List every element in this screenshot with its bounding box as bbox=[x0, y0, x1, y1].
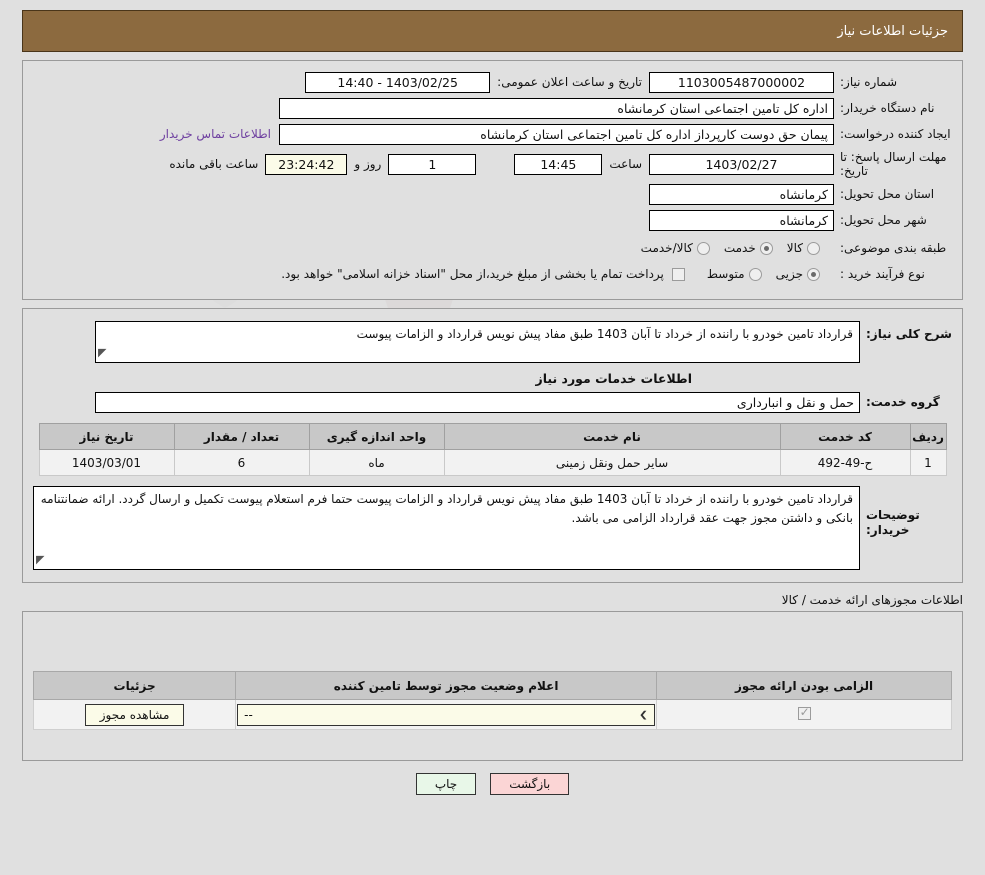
city-field[interactable]: کرمانشاه bbox=[649, 210, 834, 231]
cell-row: 1 bbox=[910, 450, 946, 476]
resize-grip-icon-notes[interactable]: ◥ bbox=[36, 551, 44, 569]
print-button[interactable]: چاپ bbox=[416, 773, 476, 795]
col-code: کد خدمت bbox=[780, 424, 910, 450]
buyer-contact-link[interactable]: اطلاعات تماس خریدار bbox=[152, 127, 279, 141]
need-number-field[interactable]: 1103005487000002 bbox=[649, 72, 834, 93]
service-group-label: گروه خدمت: bbox=[860, 395, 952, 410]
resize-grip-icon[interactable]: ◥ bbox=[98, 344, 106, 362]
row-buyer-org: نام دستگاه خریدار: اداره کل تامین اجتماع… bbox=[33, 97, 952, 119]
col-unit: واحد اندازه گیری bbox=[309, 424, 444, 450]
category-label: طبقه بندی موضوعی: bbox=[834, 241, 952, 256]
table-row: ❯ -- مشاهده مجوز bbox=[34, 700, 952, 730]
services-table: ردیف کد خدمت نام خدمت واحد اندازه گیری ت… bbox=[39, 423, 947, 476]
view-license-button[interactable]: مشاهده مجوز bbox=[85, 704, 185, 726]
page-header: جزئیات اطلاعات نیاز bbox=[22, 10, 963, 52]
row-process: نوع فرآیند خرید : جزیی متوسط پرداخت تمام… bbox=[33, 263, 952, 285]
back-button[interactable]: بازگشت bbox=[490, 773, 569, 795]
countdown-label: ساعت باقی مانده bbox=[162, 157, 265, 171]
row-requester: ایجاد کننده درخواست: پیمان حق دوست کارپر… bbox=[33, 123, 952, 145]
treasury-checkbox[interactable] bbox=[672, 268, 685, 281]
col-date: تاریخ نیاز bbox=[39, 424, 174, 450]
province-field[interactable]: کرمانشاه bbox=[649, 184, 834, 205]
licenses-table: الزامی بودن ارائه مجوز اعلام وضعیت مجوز … bbox=[33, 671, 952, 730]
license-status-select[interactable]: ❯ -- bbox=[237, 704, 655, 726]
row-city: شهر محل تحویل: کرمانشاه bbox=[33, 209, 952, 231]
col-license-details: جزئیات bbox=[34, 672, 236, 700]
col-row: ردیف bbox=[910, 424, 946, 450]
license-status-value: -- bbox=[244, 708, 253, 722]
buyer-notes-label: توضیحات خریدار: bbox=[860, 486, 952, 538]
radio-icon-jozei[interactable] bbox=[807, 268, 820, 281]
process-option-jozei[interactable]: جزیی bbox=[776, 267, 820, 281]
row-deadline: مهلت ارسال پاسخ: تا تاریخ: 1403/02/27 سا… bbox=[33, 149, 952, 179]
process-option-motavaset-label: متوسط bbox=[707, 267, 745, 281]
page-root: AriaTender.net جزئیات اطلاعات نیاز شماره… bbox=[0, 0, 985, 875]
buyer-org-label: نام دستگاه خریدار: bbox=[834, 101, 952, 116]
hour-label: ساعت bbox=[602, 157, 649, 171]
cell-license-details: مشاهده مجوز bbox=[34, 700, 236, 730]
need-info-panel: شماره نیاز: 1103005487000002 تاریخ و ساع… bbox=[22, 60, 963, 300]
category-option-khedmat-label: خدمت bbox=[724, 241, 756, 255]
buyer-org-field[interactable]: اداره کل تامین اجتماعی استان کرمانشاه bbox=[279, 98, 834, 119]
deadline-time-field[interactable]: 14:45 bbox=[514, 154, 602, 175]
chevron-down-icon: ❯ bbox=[639, 709, 648, 719]
deadline-date-field[interactable]: 1403/02/27 bbox=[649, 154, 834, 175]
buyer-notes-textarea[interactable]: قرارداد تامین خودرو با راننده از خرداد ت… bbox=[33, 486, 860, 570]
table-row: 1 ح-49-492 سایر حمل ونقل زمینی ماه 6 140… bbox=[39, 450, 946, 476]
requirement-details-panel: شرح کلی نیاز: قرارداد تامین خودرو با ران… bbox=[22, 308, 963, 583]
need-number-label: شماره نیاز: bbox=[834, 75, 952, 90]
category-option-khedmat[interactable]: خدمت bbox=[724, 241, 773, 255]
days-label: روز و bbox=[347, 157, 388, 171]
category-option-kala[interactable]: کالا bbox=[787, 241, 820, 255]
licenses-section-title: اطلاعات مجوزهای ارائه خدمت / کالا bbox=[22, 593, 963, 607]
process-label: نوع فرآیند خرید : bbox=[834, 267, 952, 282]
col-license-required: الزامی بودن ارائه مجوز bbox=[657, 672, 952, 700]
radio-icon-kala-khedmat[interactable] bbox=[697, 242, 710, 255]
process-option-motavaset[interactable]: متوسط bbox=[707, 267, 762, 281]
row-category: طبقه بندی موضوعی: کالا خدمت کالا/خدمت bbox=[33, 237, 952, 259]
description-label: شرح کلی نیاز: bbox=[860, 321, 952, 342]
buyer-notes-text: قرارداد تامین خودرو با راننده از خرداد ت… bbox=[41, 492, 853, 525]
services-table-header-row: ردیف کد خدمت نام خدمت واحد اندازه گیری ت… bbox=[39, 424, 946, 450]
licenses-panel: الزامی بودن ارائه مجوز اعلام وضعیت مجوز … bbox=[22, 611, 963, 761]
radio-icon-motavaset[interactable] bbox=[749, 268, 762, 281]
row-province: استان محل تحویل: کرمانشاه bbox=[33, 183, 952, 205]
description-text: قرارداد تامین خودرو با راننده از خرداد ت… bbox=[357, 327, 853, 341]
radio-icon-kala[interactable] bbox=[807, 242, 820, 255]
remaining-days-field[interactable]: 1 bbox=[388, 154, 476, 175]
announce-label: تاریخ و ساعت اعلان عمومی: bbox=[490, 75, 649, 89]
cell-quantity: 6 bbox=[174, 450, 309, 476]
service-group-field[interactable]: حمل و نقل و انبارداری bbox=[95, 392, 860, 413]
province-label: استان محل تحویل: bbox=[834, 187, 952, 202]
countdown-field[interactable]: 23:24:42 bbox=[265, 154, 347, 175]
cell-name: سایر حمل ونقل زمینی bbox=[444, 450, 780, 476]
cell-unit: ماه bbox=[309, 450, 444, 476]
row-need-number: شماره نیاز: 1103005487000002 تاریخ و ساع… bbox=[33, 71, 952, 93]
requester-field[interactable]: پیمان حق دوست کارپرداز اداره کل تامین اج… bbox=[279, 124, 834, 145]
city-label: شهر محل تحویل: bbox=[834, 213, 952, 228]
description-textarea[interactable]: قرارداد تامین خودرو با راننده از خرداد ت… bbox=[95, 321, 860, 363]
cell-license-status: ❯ -- bbox=[236, 700, 657, 730]
cell-license-required bbox=[657, 700, 952, 730]
cell-date: 1403/03/01 bbox=[39, 450, 174, 476]
category-option-kala-khedmat-label: کالا/خدمت bbox=[641, 241, 693, 255]
footer-actions: بازگشت چاپ bbox=[0, 773, 985, 795]
col-quantity: تعداد / مقدار bbox=[174, 424, 309, 450]
services-section-title: اطلاعات خدمات مورد نیاز bbox=[33, 371, 952, 386]
licenses-table-header-row: الزامی بودن ارائه مجوز اعلام وضعیت مجوز … bbox=[34, 672, 952, 700]
page-title: جزئیات اطلاعات نیاز bbox=[837, 24, 948, 39]
col-license-status: اعلام وضعیت مجوز توسط تامین کننده bbox=[236, 672, 657, 700]
process-option-jozei-label: جزیی bbox=[776, 267, 803, 281]
requester-label: ایجاد کننده درخواست: bbox=[834, 127, 952, 142]
category-option-kala-label: کالا bbox=[787, 241, 803, 255]
col-name: نام خدمت bbox=[444, 424, 780, 450]
treasury-note-label: پرداخت تمام یا بخشی از مبلغ خرید،از محل … bbox=[281, 267, 672, 281]
deadline-label: مهلت ارسال پاسخ: تا تاریخ: bbox=[834, 150, 952, 179]
announce-date-field[interactable]: 1403/02/25 - 14:40 bbox=[305, 72, 490, 93]
license-required-checkbox bbox=[798, 707, 811, 720]
cell-code: ح-49-492 bbox=[780, 450, 910, 476]
category-option-kala-khedmat[interactable]: کالا/خدمت bbox=[641, 241, 710, 255]
radio-icon-khedmat[interactable] bbox=[760, 242, 773, 255]
